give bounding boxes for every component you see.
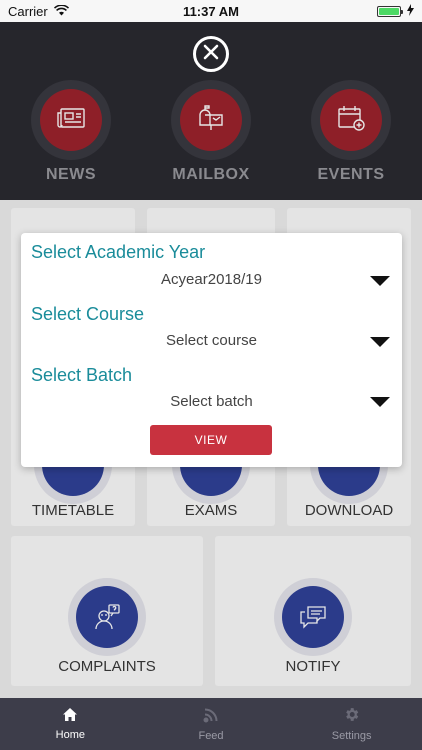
tab-label: Home (55, 729, 85, 741)
menu-item-mailbox[interactable]: MAILBOX (161, 80, 261, 184)
course-select[interactable]: Select course (21, 332, 402, 349)
tile-label: DOWNLOAD (304, 502, 394, 519)
tile-label: TIMETABLE (31, 502, 115, 519)
selection-dialog: Select Academic Year Acyear2018/19 Selec… (21, 233, 402, 467)
top-menu: NEWS MAILBOX EVENTS (0, 22, 422, 200)
menu-item-label: MAILBOX (172, 166, 250, 183)
tab-label: Feed (198, 729, 224, 742)
close-icon (203, 44, 219, 65)
tile-label: EXAMS (184, 502, 238, 519)
menu-item-news[interactable]: NEWS (21, 80, 121, 184)
calendar-add-icon (336, 104, 366, 137)
menu-item-label: NEWS (46, 166, 96, 183)
status-bar: Carrier 11:37 AM (0, 0, 422, 22)
menu-item-label: EVENTS (317, 166, 385, 183)
home-icon (62, 707, 78, 725)
carrier-label: Carrier (8, 3, 48, 19)
newspaper-icon (56, 106, 86, 135)
gear-icon (343, 706, 360, 726)
status-time: 11:37 AM (183, 3, 239, 19)
mailbox-icon (196, 104, 226, 136)
wifi-icon (53, 3, 69, 19)
view-button[interactable]: VIEW (150, 425, 272, 455)
tile-notify[interactable]: NOTIFY (215, 536, 411, 686)
menu-item-events[interactable]: EVENTS (301, 80, 401, 184)
academic-year-title: Select Academic Year (31, 242, 206, 262)
course-dropdown-icon[interactable] (370, 337, 390, 347)
status-left: Carrier (8, 4, 69, 19)
status-right (377, 3, 414, 19)
battery-icon (377, 5, 403, 17)
chat-icon (282, 586, 344, 648)
complaints-icon (76, 586, 138, 648)
batch-select[interactable]: Select batch (21, 393, 402, 410)
course-title: Select Course (31, 304, 145, 324)
tile-label: NOTIFY (285, 658, 341, 675)
charging-bolt-icon (407, 3, 414, 19)
tab-home[interactable]: Home (0, 698, 141, 750)
tab-settings[interactable]: Settings (281, 698, 422, 750)
tab-bar: Home Feed Settings (0, 698, 422, 750)
academic-year-select[interactable]: Acyear2018/19 (21, 271, 402, 288)
tab-label: Settings (331, 730, 372, 742)
tile-complaints[interactable]: COMPLAINTS (11, 536, 203, 686)
tile-label: COMPLAINTS (58, 658, 156, 675)
rss-icon (203, 707, 219, 726)
batch-title: Select Batch (31, 365, 133, 385)
batch-dropdown-icon[interactable] (370, 397, 390, 407)
tab-feed[interactable]: Feed (141, 698, 282, 750)
close-button[interactable] (193, 36, 229, 72)
academic-year-dropdown-icon[interactable] (370, 276, 390, 286)
